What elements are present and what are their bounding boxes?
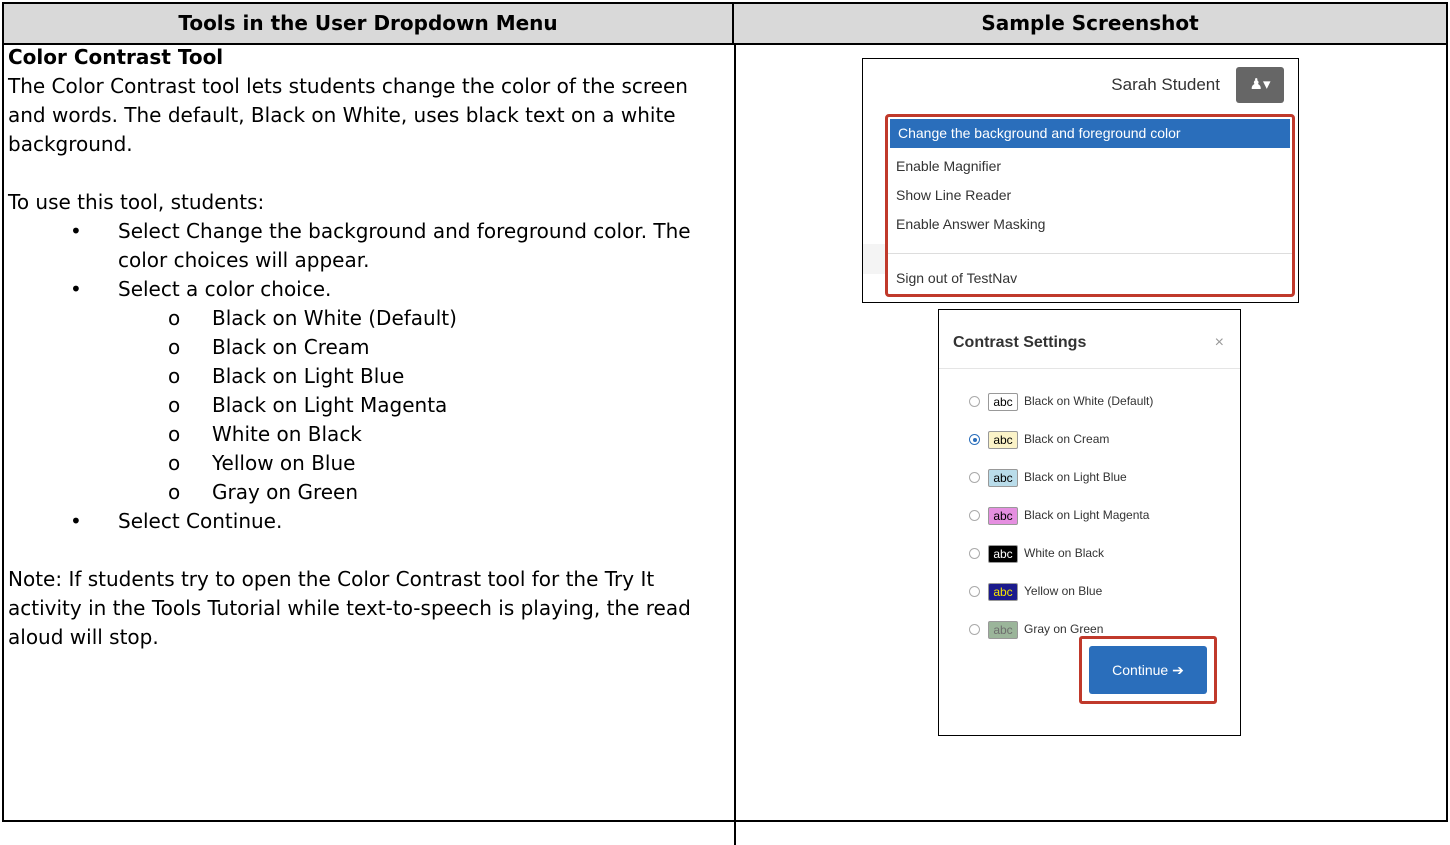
radio-button[interactable] bbox=[969, 624, 980, 636]
contrast-option[interactable]: abc White on Black bbox=[969, 542, 1104, 564]
color-choice-label: Black on Light Magenta bbox=[212, 393, 448, 417]
tool-note: Note: If students try to open the Color … bbox=[8, 567, 691, 649]
dialog-title: Contrast Settings bbox=[953, 334, 1087, 351]
contrast-option-label: Black on Cream bbox=[1024, 432, 1110, 446]
sub-bullet: o bbox=[168, 306, 181, 330]
top-bar: Sarah Student ♟▾ bbox=[863, 59, 1298, 111]
radio-button[interactable] bbox=[969, 586, 980, 598]
color-swatch: abc bbox=[988, 620, 1018, 639]
color-swatch: abc bbox=[988, 392, 1018, 411]
radio-button[interactable] bbox=[969, 510, 980, 522]
color-choice-label: White on Black bbox=[212, 422, 362, 446]
radio-button[interactable] bbox=[969, 396, 980, 408]
steps-list: Select Change the background and foregro… bbox=[8, 217, 723, 536]
step-item: Select Change the background and foregro… bbox=[8, 217, 723, 275]
color-choice-item: o Black on Light Blue bbox=[118, 362, 723, 391]
contrast-option-label: Black on White (Default) bbox=[1024, 394, 1154, 408]
menu-item-change-color[interactable]: Change the background and foreground col… bbox=[890, 119, 1290, 148]
color-choice-item: o Black on White (Default) bbox=[118, 304, 723, 333]
color-swatch: abc bbox=[988, 430, 1018, 449]
tool-intro: The Color Contrast tool lets students ch… bbox=[8, 74, 688, 156]
contrast-option[interactable]: abc Black on Light Blue bbox=[969, 466, 1127, 488]
color-choice-item: o White on Black bbox=[118, 420, 723, 449]
color-choice-label: Yellow on Blue bbox=[212, 451, 356, 475]
contrast-option[interactable]: abc Yellow on Blue bbox=[969, 580, 1102, 602]
background-content bbox=[863, 244, 885, 274]
contrast-option[interactable]: abc Black on Cream bbox=[969, 428, 1109, 450]
menu-item-line-reader[interactable]: Show Line Reader bbox=[888, 181, 1292, 210]
user-dropdown-screenshot: Sarah Student ♟▾ Change the background a… bbox=[862, 58, 1299, 303]
header-screenshot: Sample Screenshot bbox=[734, 4, 1446, 45]
sub-bullet: o bbox=[168, 451, 181, 475]
color-choice-label: Black on Cream bbox=[212, 335, 370, 359]
radio-button[interactable] bbox=[969, 434, 980, 446]
contrast-option[interactable]: abc Black on Light Magenta bbox=[969, 504, 1149, 526]
dialog-divider bbox=[939, 368, 1240, 369]
radio-button[interactable] bbox=[969, 548, 980, 560]
contrast-option-label: Gray on Green bbox=[1024, 622, 1104, 636]
user-dropdown-menu: Change the background and foreground col… bbox=[885, 114, 1295, 297]
sub-bullet: o bbox=[168, 364, 181, 388]
color-swatch: abc bbox=[988, 506, 1018, 525]
contrast-option-label: Yellow on Blue bbox=[1024, 584, 1103, 598]
contrast-settings-screenshot: Contrast Settings × abc Black on White (D… bbox=[938, 309, 1241, 736]
color-choice-item: o Gray on Green bbox=[118, 478, 723, 507]
sub-bullet: o bbox=[168, 335, 181, 359]
menu-divider bbox=[888, 253, 1292, 254]
color-swatch: abc bbox=[988, 582, 1018, 601]
continue-highlight: Continue ➔ bbox=[1079, 636, 1217, 704]
color-choice-item: o Black on Light Magenta bbox=[118, 391, 723, 420]
column-divider bbox=[734, 45, 736, 845]
step-item: Select a color choice. o Black on White (… bbox=[8, 275, 723, 507]
tool-description-cell: Color Contrast Tool The Color Contrast t… bbox=[8, 43, 723, 652]
username: Sarah Student bbox=[1111, 75, 1220, 94]
contrast-option-label: Black on Light Blue bbox=[1024, 470, 1127, 484]
close-icon[interactable]: × bbox=[1215, 334, 1224, 352]
step-item: Select Continue. bbox=[8, 507, 723, 536]
color-choice-label: Black on Light Blue bbox=[212, 364, 405, 388]
radio-button[interactable] bbox=[969, 472, 980, 484]
color-choices-list: o Black on White (Default) o Black on Cream… bbox=[118, 304, 723, 507]
color-swatch: abc bbox=[988, 544, 1018, 563]
menu-item-answer-masking[interactable]: Enable Answer Masking bbox=[888, 210, 1292, 239]
step-text: Select a color choice. bbox=[118, 277, 332, 301]
menu-item-magnifier[interactable]: Enable Magnifier bbox=[888, 152, 1292, 181]
color-choice-item: o Black on Cream bbox=[118, 333, 723, 362]
color-choice-label: Black on White (Default) bbox=[212, 306, 457, 330]
contrast-option-label: White on Black bbox=[1024, 546, 1105, 560]
menu-item-sign-out[interactable]: Sign out of TestNav bbox=[888, 264, 1292, 293]
user-icon: ♟▾ bbox=[1249, 76, 1271, 93]
header-tools: Tools in the User Dropdown Menu bbox=[4, 4, 734, 45]
contrast-option-label: Black on Light Magenta bbox=[1024, 508, 1150, 522]
sub-bullet: o bbox=[168, 393, 181, 417]
use-heading: To use this tool, students: bbox=[8, 190, 265, 214]
color-swatch: abc bbox=[988, 468, 1018, 487]
color-choice-item: o Yellow on Blue bbox=[118, 449, 723, 478]
user-menu-button[interactable]: ♟▾ bbox=[1236, 67, 1284, 103]
contrast-option[interactable]: abc Black on White (Default) bbox=[969, 390, 1153, 412]
color-choice-label: Gray on Green bbox=[212, 480, 359, 504]
tool-title: Color Contrast Tool bbox=[8, 45, 224, 69]
continue-button[interactable]: Continue ➔ bbox=[1089, 646, 1207, 694]
sub-bullet: o bbox=[168, 480, 181, 504]
sub-bullet: o bbox=[168, 422, 181, 446]
